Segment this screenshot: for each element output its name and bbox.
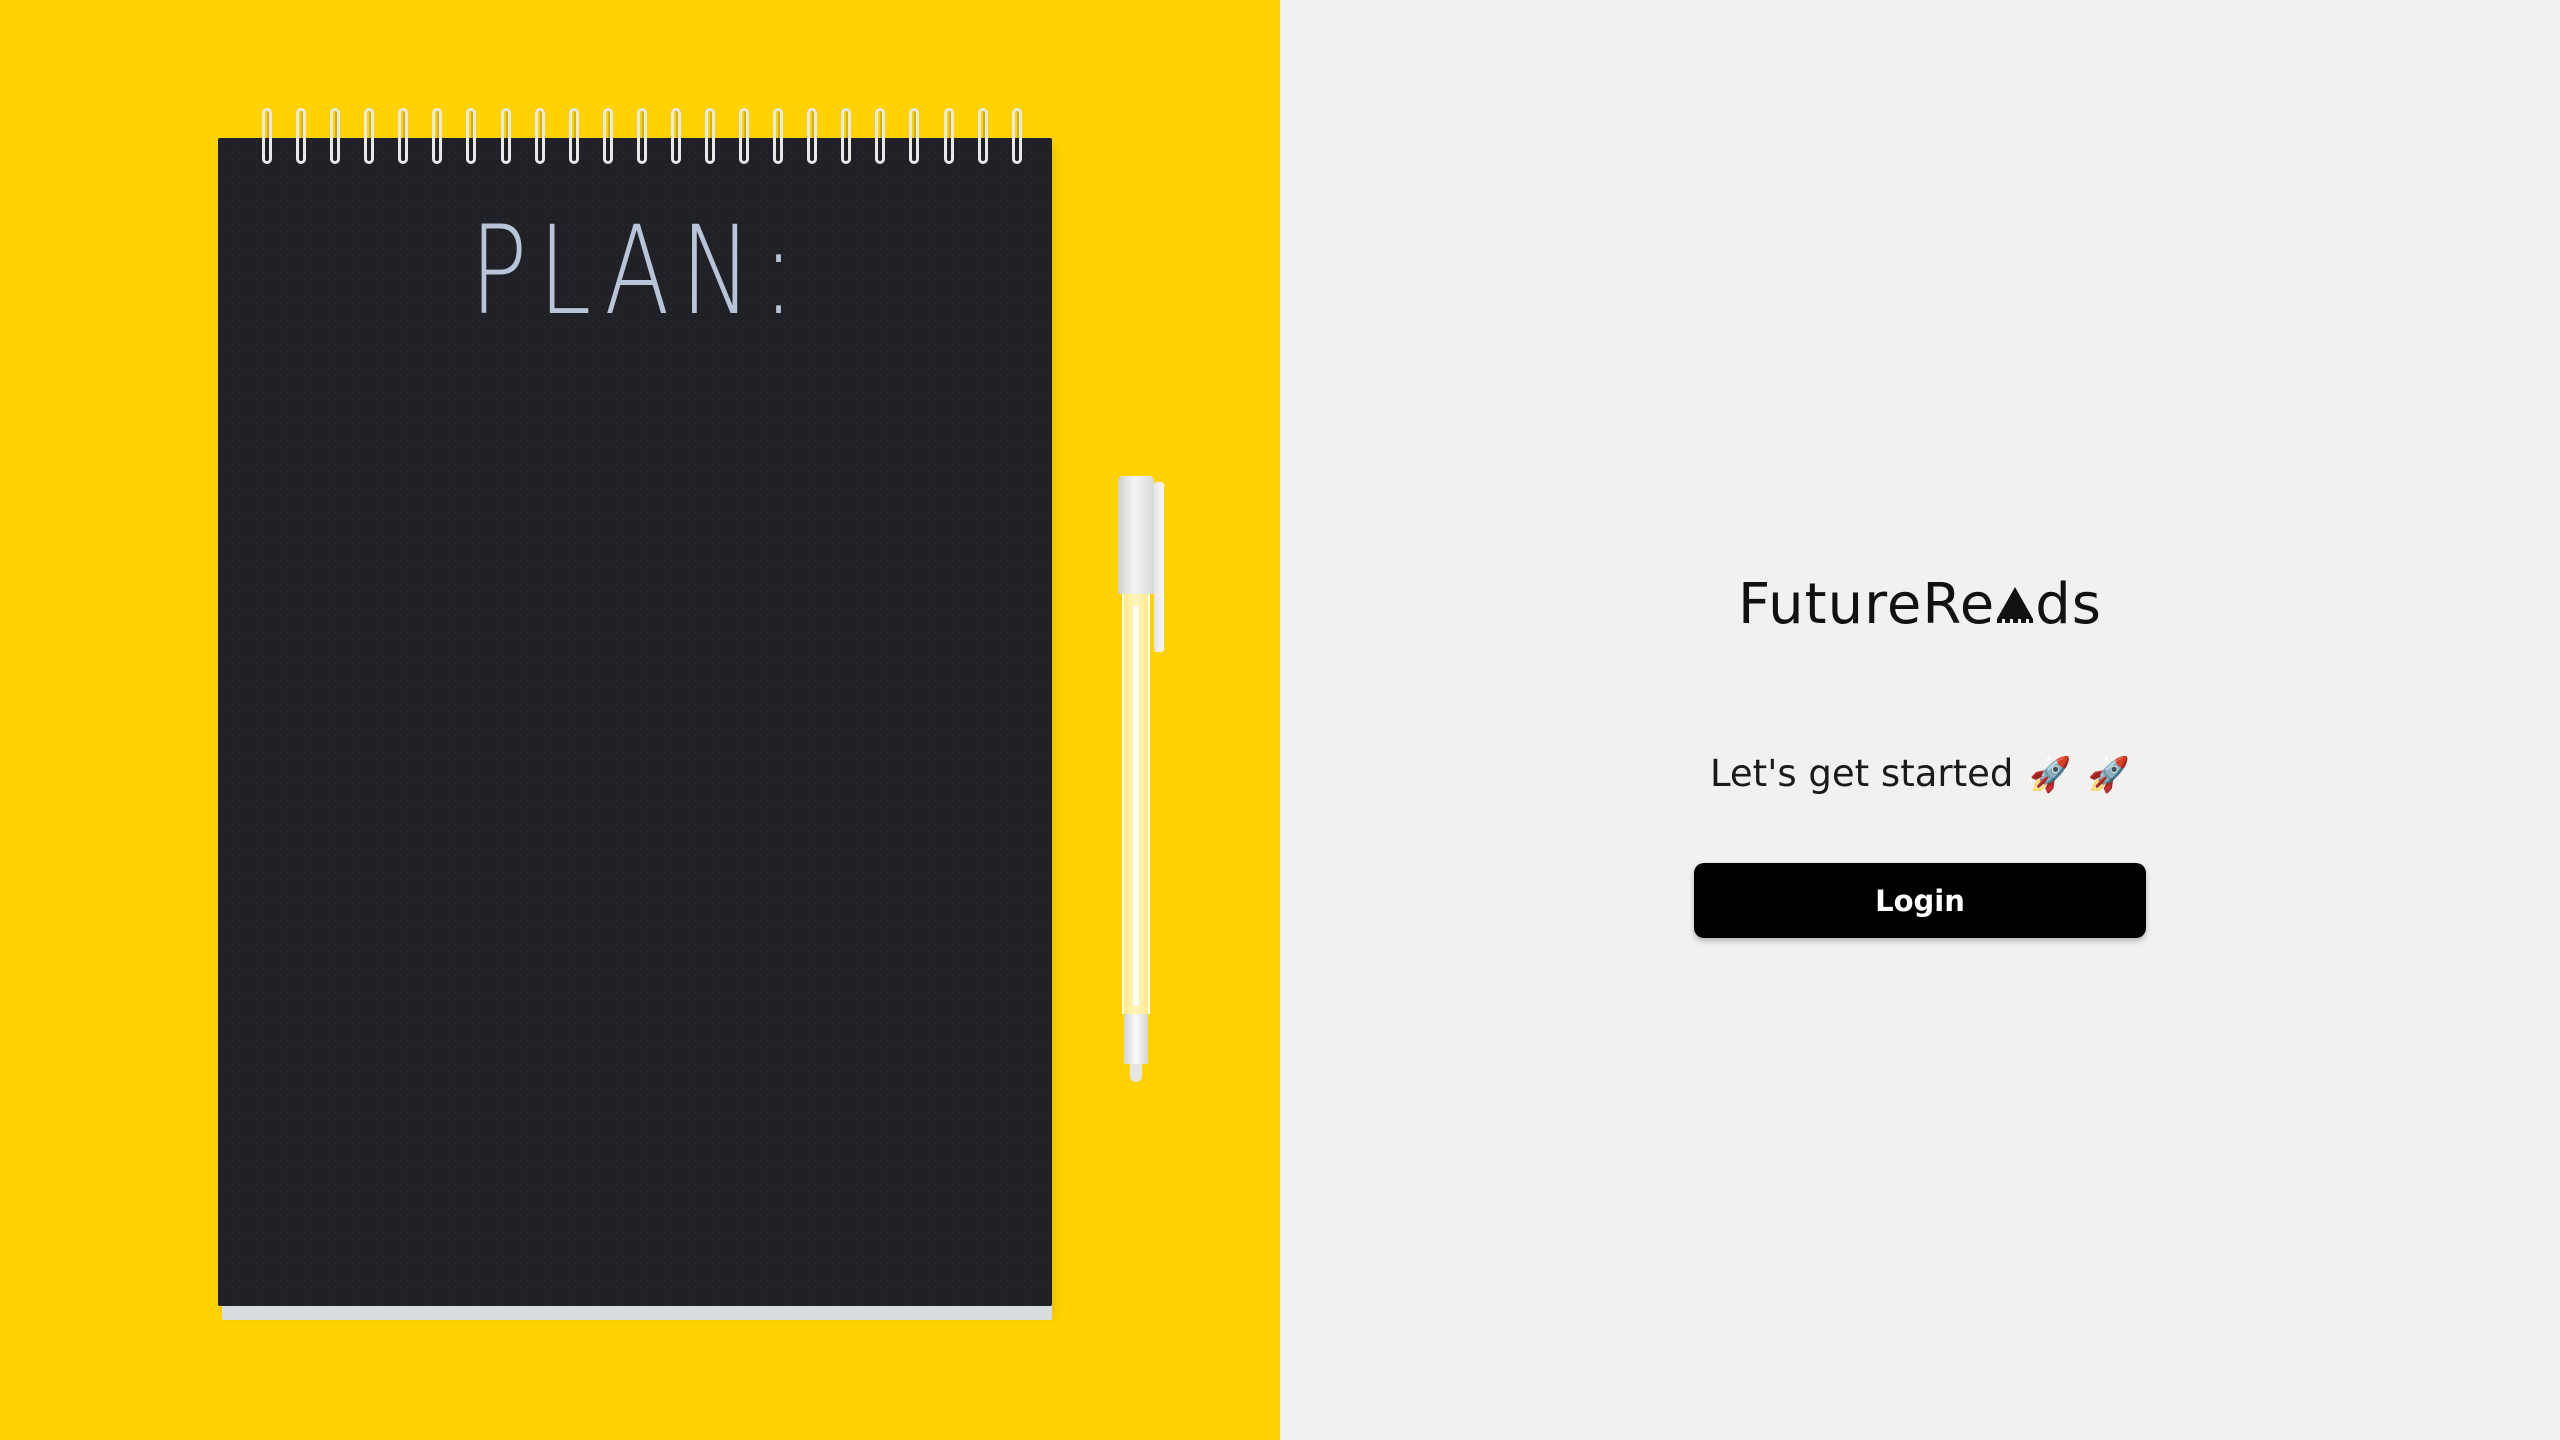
notebook-spiral (262, 108, 1022, 168)
spiral-coil (500, 108, 511, 164)
spiral-coil (841, 108, 852, 164)
pen-nib (1130, 1064, 1142, 1082)
spiral-coil (943, 108, 954, 164)
pen-cap (1118, 476, 1154, 594)
login-panel: FutureRe ds Let's get started 🚀 🚀 Login (1280, 0, 2560, 1440)
spiral-coil (296, 108, 307, 164)
spiral-coil (262, 108, 272, 164)
spiral-coil (364, 108, 375, 164)
pen-image (1118, 476, 1168, 1090)
notebook-heading: PLAN: (470, 200, 806, 342)
tagline: Let's get started 🚀 🚀 (1280, 752, 2560, 795)
tagline-text: Let's get started (1709, 752, 2014, 795)
triangle-logo-base (1997, 619, 2034, 623)
rocket-icon: 🚀 (2087, 755, 2131, 795)
brand-name-prefix: FutureRe (1738, 572, 1996, 637)
spiral-coil (875, 108, 886, 164)
pen-clip (1154, 482, 1164, 652)
brand-logo: FutureRe ds (1280, 572, 2560, 637)
hero-image: PLAN: (0, 0, 1280, 1440)
spiral-coil (977, 108, 988, 164)
spiral-coil (705, 108, 716, 164)
login-page: PLAN: FutureRe ds Let's get started 🚀 🚀 Log… (0, 0, 2560, 1440)
spiral-coil (602, 108, 613, 164)
spiral-coil (773, 108, 784, 164)
spiral-coil (534, 108, 545, 164)
spiral-coil (398, 108, 409, 164)
spiral-coil (807, 108, 818, 164)
spiral-coil (909, 108, 920, 164)
spiral-coil (636, 108, 647, 164)
spiral-coil (670, 108, 681, 164)
brand-name-suffix: ds (2035, 572, 2102, 637)
spiral-coil (568, 108, 579, 164)
triangle-logo-icon (1997, 587, 2034, 623)
spiral-coil (432, 108, 443, 164)
pen-refill (1133, 606, 1139, 1006)
spiral-coil (466, 108, 477, 164)
spiral-coil (739, 108, 750, 164)
pen-tip (1124, 1014, 1148, 1064)
login-button[interactable]: Login (1694, 863, 2146, 938)
rocket-icon: 🚀 (2029, 755, 2072, 795)
spiral-coil (1011, 108, 1022, 164)
spiral-coil (330, 108, 341, 164)
